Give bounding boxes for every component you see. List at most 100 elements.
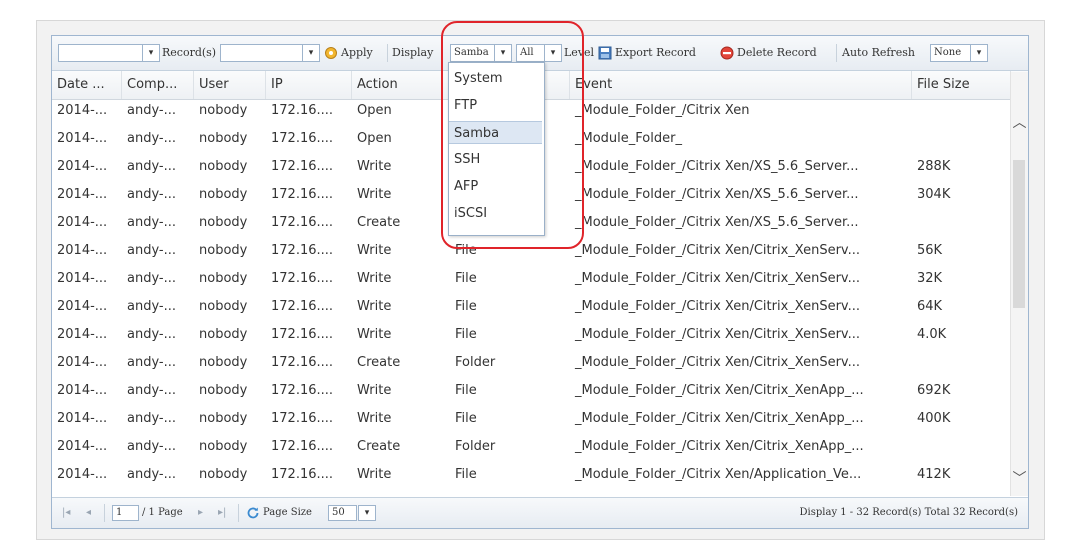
table-cell: _Module_Folder_/Citrix Xen/Application_V…: [575, 467, 862, 482]
table-row[interactable]: 2014-... andy-... nobody 172.16.... Create Fo…: [52, 436, 1028, 458]
table-cell: _Module_Folder_/Citrix Xen/Citrix_XenApp…: [575, 439, 864, 454]
filter-input[interactable]: [220, 44, 303, 62]
scroll-up-icon[interactable]: ︿: [1011, 112, 1028, 132]
table-cell: andy-...: [127, 327, 177, 342]
table-cell: Write: [357, 299, 392, 314]
separator: [387, 44, 388, 62]
table-cell: 172.16....: [271, 187, 334, 202]
page-size-select[interactable]: 50: [328, 505, 357, 521]
filter-dropdown[interactable]: ▾: [302, 44, 320, 62]
table-row[interactable]: 2014-... andy-... nobody 172.16.... Write Fil…: [52, 296, 1028, 318]
table-cell: File: [455, 411, 477, 426]
table-cell: nobody: [199, 103, 248, 118]
column-header-action[interactable]: Action: [352, 71, 450, 99]
table-cell: 400K: [917, 411, 951, 426]
table-cell: Open: [357, 103, 392, 118]
table-cell: 2014-...: [57, 131, 108, 146]
table-cell: Write: [357, 327, 392, 342]
table-row[interactable]: 2014-... andy-... nobody 172.16.... Write Fil…: [52, 464, 1028, 486]
column-header-computer[interactable]: Comp...: [122, 71, 194, 99]
table-cell: andy-...: [127, 131, 177, 146]
table-cell: _Module_Folder_/Citrix Xen: [575, 103, 750, 118]
prev-page-icon[interactable]: ◂: [86, 505, 91, 521]
refresh-button[interactable]: Page Size: [246, 505, 312, 521]
auto-refresh-label: Auto Refresh: [842, 46, 915, 59]
table-cell: Folder: [455, 439, 496, 454]
column-header-date[interactable]: Date ...: [52, 71, 122, 99]
pagination-bar: |◂ ◂ 1 / 1 Page ▸ ▸| Page Size 50 ▾ Disp…: [52, 497, 1028, 528]
apply-button[interactable]: Apply: [324, 44, 373, 62]
table-cell: 172.16....: [271, 411, 334, 426]
auto-refresh-dropdown-button[interactable]: ▾: [970, 44, 988, 62]
table-cell: [912, 352, 1011, 374]
delete-record-button[interactable]: Delete Record: [720, 44, 817, 62]
table-cell: Write: [357, 187, 392, 202]
column-header-file-size[interactable]: File Size: [912, 71, 1011, 99]
column-header-ip[interactable]: IP: [266, 71, 352, 99]
table-cell: nobody: [199, 187, 248, 202]
highlight-annotation: [441, 21, 584, 249]
table-cell: 692K: [917, 383, 951, 398]
table-cell: Write: [357, 243, 392, 258]
table-cell: File: [455, 299, 477, 314]
table-row[interactable]: 2014-... andy-... nobody 172.16.... Write Fil…: [52, 380, 1028, 402]
column-header-event[interactable]: Event: [570, 71, 912, 99]
table-cell: nobody: [199, 467, 248, 482]
next-page-icon[interactable]: ▸: [198, 505, 203, 521]
chevron-down-icon: ▾: [364, 508, 370, 518]
table-cell: Write: [357, 159, 392, 174]
table-cell: _Module_Folder_/Citrix Xen/Citrix_XenApp…: [575, 411, 864, 426]
table-cell: Create: [357, 215, 401, 230]
export-record-button[interactable]: Export Record: [598, 44, 696, 62]
table-cell: 172.16....: [271, 271, 334, 286]
table-cell: andy-...: [127, 103, 177, 118]
page-number-input[interactable]: 1: [112, 505, 139, 521]
vertical-scrollbar[interactable]: ︿ ﹀: [1010, 72, 1028, 496]
table-cell: Create: [357, 439, 401, 454]
table-cell: nobody: [199, 439, 248, 454]
page-size-dropdown-button[interactable]: ▾: [358, 505, 376, 521]
table-cell: File: [455, 383, 477, 398]
record-summary: Display 1 - 32 Record(s) Total 32 Record…: [799, 507, 1018, 518]
table-cell: andy-...: [127, 187, 177, 202]
page-size-label: Page Size: [263, 507, 312, 518]
record-count-input[interactable]: [58, 44, 143, 62]
table-cell: andy-...: [127, 271, 177, 286]
table-cell: 172.16....: [271, 383, 334, 398]
record-count-dropdown[interactable]: ▾: [142, 44, 160, 62]
table-cell: Create: [357, 355, 401, 370]
table-cell: 32K: [917, 271, 943, 286]
table-cell: nobody: [199, 243, 248, 258]
table-row[interactable]: 2014-... andy-... nobody 172.16.... Write Fil…: [52, 268, 1028, 290]
table-cell: nobody: [199, 299, 248, 314]
table-cell: 172.16....: [271, 159, 334, 174]
table-cell: 2014-...: [57, 243, 108, 258]
auto-refresh-select[interactable]: None: [930, 44, 971, 62]
table-cell: 2014-...: [57, 271, 108, 286]
table-cell: nobody: [199, 355, 248, 370]
table-cell: nobody: [199, 411, 248, 426]
table-cell: [912, 128, 1011, 150]
last-page-icon[interactable]: ▸|: [218, 505, 226, 521]
table-cell: _Module_Folder_/Citrix Xen/Citrix_XenSer…: [575, 327, 861, 342]
table-row[interactable]: 2014-... andy-... nobody 172.16.... Create Fo…: [52, 352, 1028, 374]
scroll-down-icon[interactable]: ﹀: [1011, 468, 1028, 488]
table-cell: File: [455, 271, 477, 286]
table-row[interactable]: 2014-... andy-... nobody 172.16.... Write Fil…: [52, 408, 1028, 430]
table-cell: _Module_Folder_: [575, 131, 682, 146]
table-cell: Open: [357, 131, 392, 146]
table-cell: andy-...: [127, 355, 177, 370]
chevron-down-icon: ▾: [976, 48, 982, 58]
table-cell: nobody: [199, 327, 248, 342]
table-cell: andy-...: [127, 439, 177, 454]
table-row[interactable]: 2014-... andy-... nobody 172.16.... Write Fil…: [52, 324, 1028, 346]
table-cell: 2014-...: [57, 103, 108, 118]
scrollbar-thumb[interactable]: [1013, 160, 1025, 308]
table-cell: _Module_Folder_/Citrix Xen/Citrix_XenApp…: [575, 383, 864, 398]
column-header-user[interactable]: User: [194, 71, 266, 99]
first-page-icon[interactable]: |◂: [62, 505, 70, 521]
table-cell: 172.16....: [271, 467, 334, 482]
table-cell: 412K: [917, 467, 951, 482]
table-cell: nobody: [199, 271, 248, 286]
table-cell: andy-...: [127, 411, 177, 426]
